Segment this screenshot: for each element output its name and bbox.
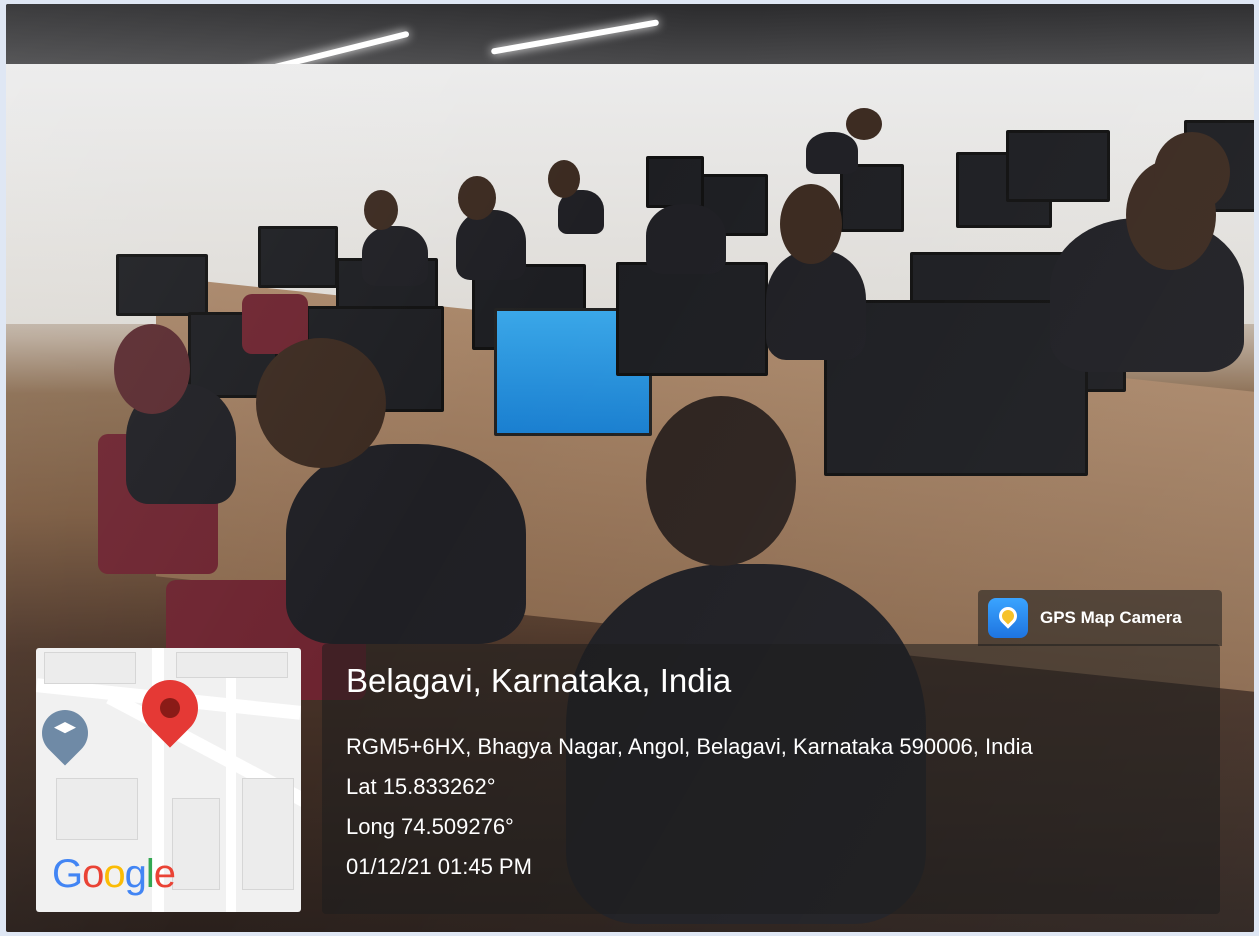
latitude-text: Lat 15.833262° [346,774,496,799]
longitude-text: Long 74.509276° [346,814,514,839]
badge-app-name: GPS Map Camera [1040,608,1182,627]
map-block [172,798,220,890]
timestamp-text: 01/12/21 01:45 PM [346,854,532,879]
map-block [44,652,136,684]
map-block [176,652,288,678]
map-block [242,778,294,890]
place-title: Belagavi, Karnataka, India [346,662,732,699]
address-text: RGM5+6HX, Bhagya Nagar, Angol, Belagavi,… [346,734,1033,759]
education-pin-icon [36,700,98,766]
map-road [226,678,236,912]
google-logo: Google [52,852,176,896]
gps-map-camera-badge: GPS Map Camera [978,590,1222,646]
map-thumbnail[interactable]: Google [36,648,301,912]
gps-map-camera-icon [988,598,1028,638]
location-pin-center [160,698,180,718]
map-block [56,778,138,840]
